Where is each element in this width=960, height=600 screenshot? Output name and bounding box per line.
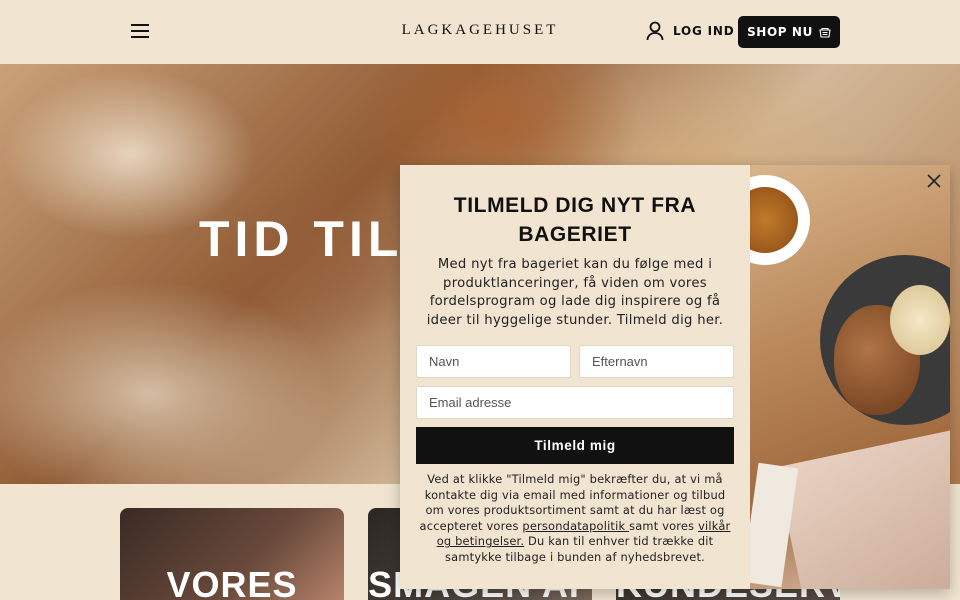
category-card[interactable]: VORES <box>120 508 344 600</box>
modal-title: TILMELD DIG NYT FRA BAGERIET <box>453 194 697 246</box>
modal-description: Med nyt fra bageriet kan du følge med i … <box>426 257 724 328</box>
modal-photo <box>750 165 950 589</box>
login-label: LOG IND <box>673 24 735 38</box>
user-icon <box>646 21 664 41</box>
legal-text-part: samt vores <box>629 518 699 533</box>
login-button[interactable]: LOG IND <box>646 20 735 42</box>
close-icon[interactable] <box>924 171 944 191</box>
first-name-field[interactable] <box>416 345 571 378</box>
privacy-policy-link[interactable]: persondatapolitik <box>522 519 629 533</box>
card-title: VORES <box>166 564 298 600</box>
last-name-field[interactable] <box>579 345 734 378</box>
site-header: LAGKAGEHUSET LOG IND SHOP NU <box>0 0 960 64</box>
email-field[interactable] <box>416 386 734 419</box>
shop-now-label: SHOP NU <box>747 25 813 39</box>
newsletter-form: TILMELD DIG NYT FRA BAGERIET Med nyt fra… <box>400 165 750 589</box>
newsletter-modal: TILMELD DIG NYT FRA BAGERIET Med nyt fra… <box>400 165 950 589</box>
hero-title: TID TIL <box>199 211 404 267</box>
shop-icon <box>819 27 831 38</box>
shop-now-button[interactable]: SHOP NU <box>738 16 840 48</box>
subscribe-button[interactable]: Tilmeld mig <box>416 427 734 464</box>
legal-text: Ved at klikke "Tilmeld mig" bekræfter du… <box>418 472 732 566</box>
